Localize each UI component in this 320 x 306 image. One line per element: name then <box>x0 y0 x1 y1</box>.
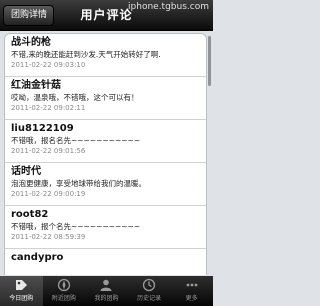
tab-label: 我的团购 <box>94 295 119 302</box>
tab-label: 历史记录 <box>137 295 162 302</box>
comment-author: candypro <box>11 252 64 263</box>
comment-time: 2011-02-22 09:02:11 <box>11 104 86 112</box>
tab-today-deals[interactable]: 今日团购 <box>0 276 43 306</box>
list-item[interactable]: 话时代 泡泡更健康，享受地球带给我们的温暖。 2011-02-22 09:00:… <box>5 163 206 206</box>
comment-text: 泡泡更健康，享受地球带给我们的温暖。 <box>11 179 146 188</box>
tab-more[interactable]: 更多 <box>170 276 213 306</box>
comment-author: 战斗的枪 <box>11 37 51 48</box>
tab-label: 附近团购 <box>51 295 76 302</box>
comment-author: root82 <box>11 209 49 220</box>
tab-history[interactable]: 历史记录 <box>128 276 171 306</box>
tab-label: 今日团购 <box>9 295 34 302</box>
watermark-text: iphone.tgbus.com <box>128 2 209 12</box>
comment-text: 不错哦，报个名先~~~~~~~~~~~ <box>11 222 141 231</box>
tab-label: 更多 <box>185 295 198 302</box>
tab-bar: 今日团购 附近团购 我的团购 历史记录 更多 <box>0 276 213 306</box>
person-icon <box>100 279 112 291</box>
tab-nearby-deals[interactable]: 附近团购 <box>43 276 86 306</box>
list-item[interactable]: root82 不错哦，报个名先~~~~~~~~~~~ 2011-02-22 08… <box>5 206 206 249</box>
comment-author: liu8122109 <box>11 123 74 134</box>
comment-time: 2011-02-22 08:59:39 <box>11 233 86 241</box>
comment-list: 战斗的枪 不错,来的晚还能赶到沙发.天气开始转好了啊. 2011-02-22 0… <box>4 33 207 275</box>
list-item[interactable]: 战斗的枪 不错,来的晚还能赶到沙发.天气开始转好了啊. 2011-02-22 0… <box>5 34 206 77</box>
comment-time: 2011-02-22 09:00:19 <box>11 190 86 198</box>
comment-text: 不错,来的晚还能赶到沙发.天气开始转好了啊. <box>11 50 161 59</box>
list-item[interactable]: liu8122109 不错哦，报名名先~~~~~~~~~~~ 2011-02-2… <box>5 120 206 163</box>
tab-my-deals[interactable]: 我的团购 <box>85 276 128 306</box>
compass-icon <box>57 278 71 292</box>
list-item[interactable]: candypro <box>5 249 206 275</box>
comment-text: 哎呦，温泉哦，不错哦，这个可以有！ <box>11 93 139 102</box>
price-tag-icon <box>16 280 28 290</box>
navigation-bar: 团购详情 用户评论 iphone.tgbus.com <box>0 0 213 31</box>
comment-list-container[interactable]: 战斗的枪 不错,来的晚还能赶到沙发.天气开始转好了啊. 2011-02-22 0… <box>4 33 207 275</box>
more-icon <box>186 283 198 287</box>
comment-time: 2011-02-22 09:03:10 <box>11 61 86 69</box>
scrollbar[interactable] <box>208 36 211 86</box>
list-item[interactable]: 红油金针菇 哎呦，温泉哦，不错哦，这个可以有！ 2011-02-22 09:02… <box>5 77 206 120</box>
comment-text: 不错哦，报名名先~~~~~~~~~~~ <box>11 136 141 145</box>
comment-time: 2011-02-22 09:01:56 <box>11 147 86 155</box>
comment-author: 红油金针菇 <box>11 80 61 91</box>
comment-author: 话时代 <box>11 166 41 177</box>
clock-icon <box>142 278 156 292</box>
